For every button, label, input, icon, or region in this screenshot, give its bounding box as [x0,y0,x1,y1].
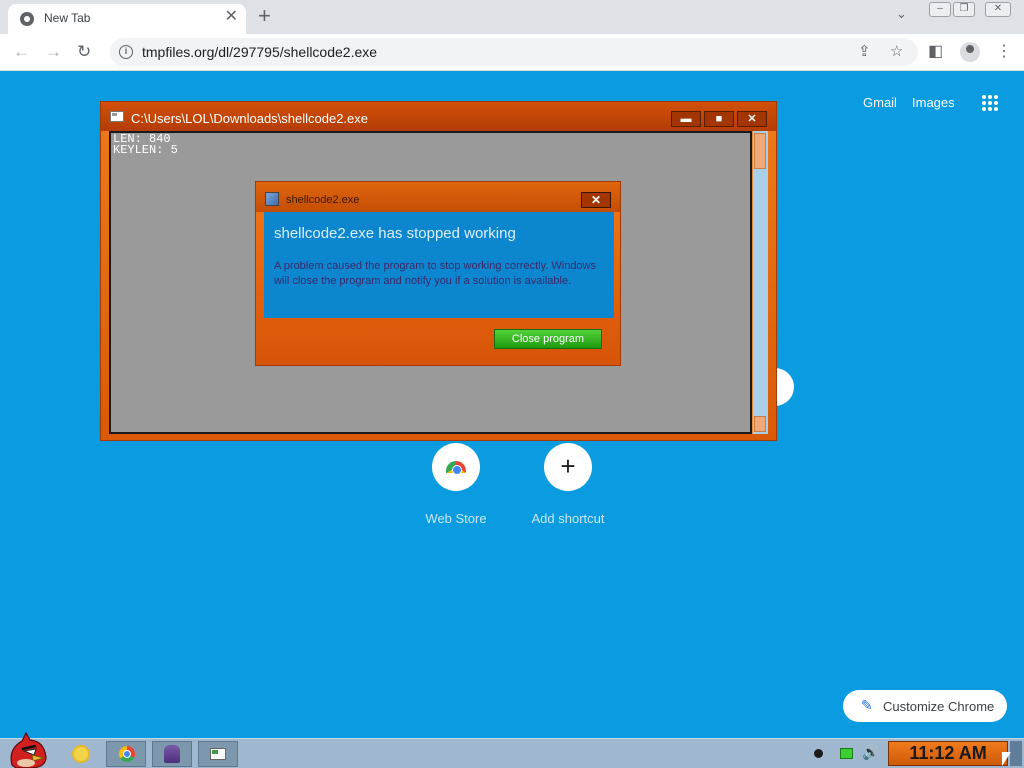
console-title: C:\Users\LOL\Downloads\shellcode2.exe [131,111,369,126]
shortcut-web-store[interactable]: Web Store [406,443,506,526]
images-link[interactable]: Images [912,95,955,110]
reload-button[interactable]: ↻ [77,42,91,62]
share-icon[interactable]: ⇪ [858,42,871,60]
console-window-icon [210,748,226,760]
scrollbar-thumb[interactable] [754,133,766,169]
gmail-link[interactable]: Gmail [863,95,897,110]
web-store-icon [446,461,466,475]
console-maximize-button[interactable]: ■ [704,111,734,127]
taskbar-weather-app[interactable] [60,741,100,767]
start-button-angry-bird-icon[interactable] [4,731,50,768]
taskbar-app-wizard[interactable] [152,741,192,767]
wizard-icon [164,745,180,763]
window-close-button[interactable]: ✕ [985,2,1011,17]
shortcut-add[interactable]: + Add shortcut [518,443,618,526]
site-info-icon[interactable]: i [119,45,133,59]
profile-avatar-icon[interactable] [960,42,980,62]
taskbar-chrome[interactable] [106,741,146,767]
tab-new-tab[interactable]: New Tab ✕ [8,4,246,34]
console-titlebar[interactable]: C:\Users\LOL\Downloads\shellcode2.exe ▬ … [101,102,776,131]
side-panel-icon[interactable]: ◧ [928,42,943,62]
dialog-message: A problem caused the program to stop wor… [274,260,596,287]
plus-icon: + [560,451,576,481]
new-tab-button[interactable]: + [258,3,271,29]
add-shortcut-tile[interactable]: + [544,443,592,491]
sun-icon [74,747,88,761]
shortcut-label: Add shortcut [531,511,605,526]
shortcut-label: Web Store [425,511,487,526]
google-apps-icon[interactable] [982,95,998,111]
taskbar-clock[interactable]: 11:12 AM [888,741,1008,766]
error-dialog: shellcode2.exe ✕ shellcode2.exe has stop… [255,181,621,366]
volume-icon[interactable]: 🔊 [862,744,879,761]
app-icon [265,192,279,206]
close-program-button[interactable]: Close program [494,329,602,349]
dialog-heading: shellcode2.exe has stopped working [274,225,516,242]
web-store-tile[interactable] [432,443,480,491]
forward-button[interactable]: → [45,42,62,62]
tab-close-icon[interactable]: ✕ [225,9,238,25]
scrollbar-down-arrow[interactable] [754,416,766,432]
taskbar-console[interactable] [198,741,238,767]
customize-chrome-label: Customize Chrome [883,699,995,714]
chrome-menu-icon[interactable]: ⋮ [996,42,1012,62]
console-scrollbar[interactable] [752,131,768,434]
console-window-icon [110,111,124,122]
back-button[interactable]: ← [13,42,30,62]
battery-icon[interactable] [840,748,853,759]
mouse-cursor-icon [1002,752,1011,766]
dialog-title: shellcode2.exe [286,194,360,206]
chrome-favicon-icon [20,12,34,26]
window-minimize-button[interactable]: ‒ [929,2,951,17]
console-close-button[interactable]: ✕ [737,111,767,127]
record-icon[interactable] [814,749,823,758]
customize-chrome-button[interactable]: ✎ Customize Chrome [843,690,1007,722]
tab-title: New Tab [44,11,91,25]
console-minimize-button[interactable]: ▬ [671,111,701,127]
dialog-titlebar[interactable]: shellcode2.exe ✕ [256,182,620,212]
dialog-close-button[interactable]: ✕ [581,192,611,208]
window-restore-button[interactable]: ❐ [953,2,975,17]
tab-search-icon[interactable]: ⌄ [896,6,907,22]
console-text: LEN: 840 KEYLEN: 5 [113,132,178,157]
tab-strip: New Tab ✕ + ⌄ ‒ ❐ ✕ [0,0,1024,34]
pencil-icon: ✎ [861,697,873,713]
url-text[interactable]: tmpfiles.org/dl/297795/shellcode2.exe [142,44,377,60]
chrome-icon [119,746,135,762]
browser-toolbar: ← → ↻ i tmpfiles.org/dl/297795/shellcode… [0,34,1024,71]
bookmark-star-icon[interactable]: ☆ [890,42,903,60]
dialog-body: shellcode2.exe has stopped working A pro… [264,212,614,318]
address-bar[interactable]: i tmpfiles.org/dl/297795/shellcode2.exe … [110,38,918,66]
show-desktop-button[interactable] [1010,741,1022,766]
